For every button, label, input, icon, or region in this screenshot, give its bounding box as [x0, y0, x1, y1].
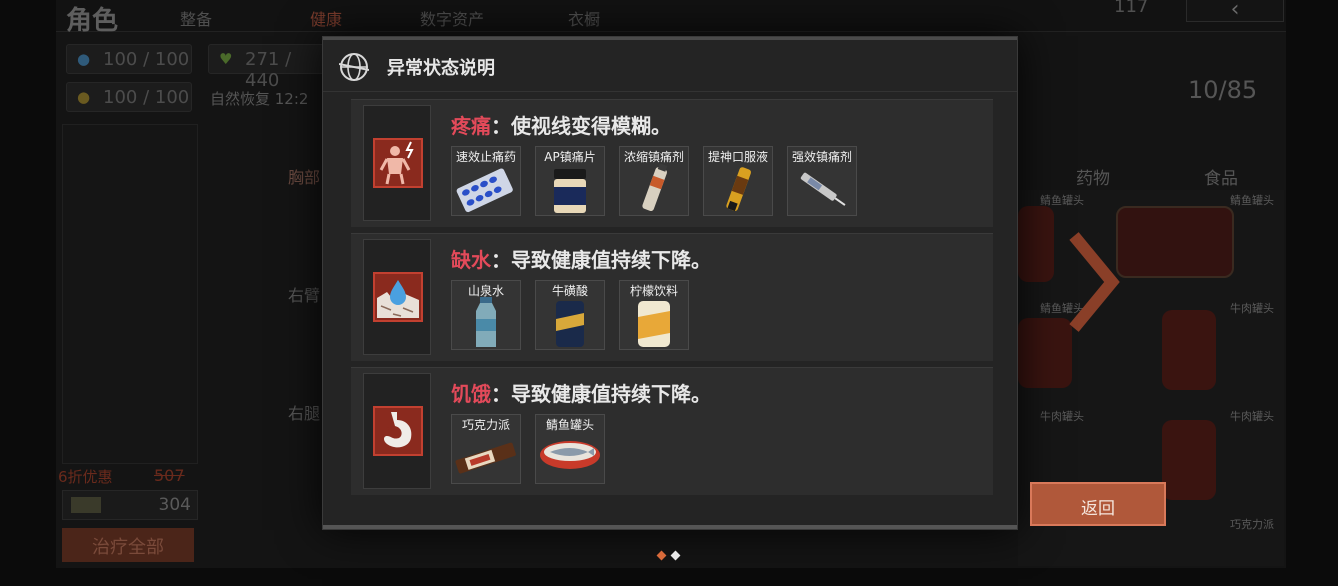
- status-row-hunger: 饥饿：导致健康值持续下降。 巧克力派 鲭鱼罐头: [351, 367, 993, 495]
- stomach-icon: ●: [77, 88, 91, 106]
- heal-all-button[interactable]: 治疗全部: [62, 528, 194, 562]
- category-tab-medicine[interactable]: 药物: [1076, 164, 1110, 189]
- stomach-icon: [373, 406, 423, 456]
- item-card[interactable]: AP镇痛片: [535, 146, 605, 216]
- body-part-right-arm[interactable]: 右臂: [288, 282, 320, 306]
- item-card[interactable]: 巧克力派: [451, 414, 521, 484]
- water-drop-icon: [373, 272, 423, 322]
- grid-label: 牛肉罐头: [1230, 302, 1274, 315]
- beef-can-item[interactable]: [1162, 420, 1216, 500]
- tab-digital-assets[interactable]: 数字资产: [420, 6, 484, 30]
- food-stat-value: 100 / 100: [103, 87, 190, 108]
- body-part-right-leg[interactable]: 右腿: [288, 400, 320, 424]
- status-row-dehydration: 缺水：导致健康值持续下降。 山泉水 牛磺酸 柠檬饮料: [351, 233, 993, 361]
- return-button[interactable]: 返回: [1030, 482, 1166, 526]
- cost-box: 304: [62, 490, 198, 520]
- next-arrow-icon[interactable]: [1066, 232, 1122, 332]
- fish-can-item[interactable]: [1116, 206, 1234, 278]
- beef-can-item[interactable]: [1162, 310, 1216, 390]
- grid-label: 鲭鱼罐头: [1230, 194, 1274, 207]
- fish-can-icon: [540, 441, 600, 469]
- energy-can-icon: [556, 301, 584, 347]
- pill-jar-icon: [554, 169, 586, 213]
- water-stat-value: 100 / 100: [103, 49, 190, 70]
- modal-header: 异常状态说明: [323, 40, 1017, 92]
- status-description: ：导致健康值持续下降。: [491, 248, 711, 272]
- left-panel: [62, 124, 198, 464]
- modal-bottom-border: [323, 525, 1017, 529]
- tonic-vial-icon: [726, 167, 752, 212]
- pill-blister-icon: [456, 168, 513, 213]
- item-card[interactable]: 提神口服液: [703, 146, 773, 216]
- status-name: 缺水: [451, 248, 491, 272]
- tab-health[interactable]: 健康: [310, 6, 342, 30]
- item-card[interactable]: 鲭鱼罐头: [535, 414, 605, 484]
- status-heading: 饥饿：导致健康值持续下降。: [451, 378, 711, 407]
- status-name: 疼痛: [451, 114, 491, 138]
- cost-value: 304: [158, 495, 191, 515]
- status-description: ：导致健康值持续下降。: [491, 382, 711, 406]
- top-tab-bar: [56, 0, 1286, 32]
- item-card[interactable]: 强效镇痛剂: [787, 146, 857, 216]
- fish-can-item[interactable]: [1018, 318, 1072, 388]
- category-tab-food[interactable]: 食品: [1204, 164, 1238, 189]
- status-icon-frame: [363, 373, 431, 489]
- item-card[interactable]: 速效止痛药: [451, 146, 521, 216]
- item-card[interactable]: 柠檬饮料: [619, 280, 689, 350]
- tab-wardrobe[interactable]: 衣橱: [568, 6, 600, 30]
- item-card[interactable]: 山泉水: [451, 280, 521, 350]
- grid-label: 牛肉罐头: [1230, 410, 1274, 423]
- body-part-chest[interactable]: 胸部: [288, 164, 320, 188]
- status-heading: 缺水：导致健康值持续下降。: [451, 244, 711, 273]
- health-stat: ♥ 271 / 440: [208, 44, 326, 91]
- water-stat: ● 100 / 100: [66, 44, 192, 74]
- syringe-icon: [800, 172, 846, 206]
- painkiller-tube-icon: [642, 163, 668, 212]
- screen-title: 角色: [66, 6, 119, 36]
- status-icon-frame: [363, 105, 431, 221]
- chocolate-bar-icon: [455, 442, 516, 474]
- globe-icon: [339, 53, 369, 81]
- item-card[interactable]: 浓缩镇痛剂: [619, 146, 689, 216]
- grid-label: 巧克力派: [1230, 518, 1274, 531]
- inventory-count: 10/85: [1188, 76, 1258, 104]
- currency-value: 117: [1114, 0, 1149, 17]
- status-row-pain: 疼痛：使视线变得模糊。 速效止痛药 AP镇痛片 浓缩镇痛剂 提神口服液 强效镇痛…: [351, 99, 993, 227]
- status-description: ：使视线变得模糊。: [491, 114, 671, 138]
- tab-equip[interactable]: 整备: [180, 6, 212, 30]
- cash-icon: [71, 497, 101, 513]
- heart-icon: ♥: [219, 50, 233, 68]
- grid-label: 牛肉罐头: [1040, 410, 1084, 423]
- status-name: 饥饿: [451, 382, 491, 406]
- food-stat: ● 100 / 100: [66, 82, 192, 112]
- status-icon-frame: [363, 239, 431, 355]
- status-info-modal: 异常状态说明 疼痛：使视线变得模糊。 速效止痛药 AP镇痛片 浓缩镇痛剂 提神口…: [322, 36, 1018, 530]
- water-drop-icon: ●: [77, 50, 91, 68]
- status-heading: 疼痛：使视线变得模糊。: [451, 110, 671, 139]
- original-price: 507: [154, 466, 185, 485]
- item-card[interactable]: 牛磺酸: [535, 280, 605, 350]
- discount-label: 6折优惠: [58, 468, 113, 486]
- pain-figure-icon: [373, 138, 423, 188]
- back-arrow-button[interactable]: ‹: [1186, 0, 1284, 22]
- water-bottle-icon: [476, 297, 496, 347]
- beef-can-item[interactable]: [1018, 206, 1054, 282]
- natural-recovery-label: 自然恢复 12:2: [210, 90, 309, 108]
- modal-title: 异常状态说明: [387, 58, 495, 79]
- lemon-drink-icon: [638, 301, 670, 347]
